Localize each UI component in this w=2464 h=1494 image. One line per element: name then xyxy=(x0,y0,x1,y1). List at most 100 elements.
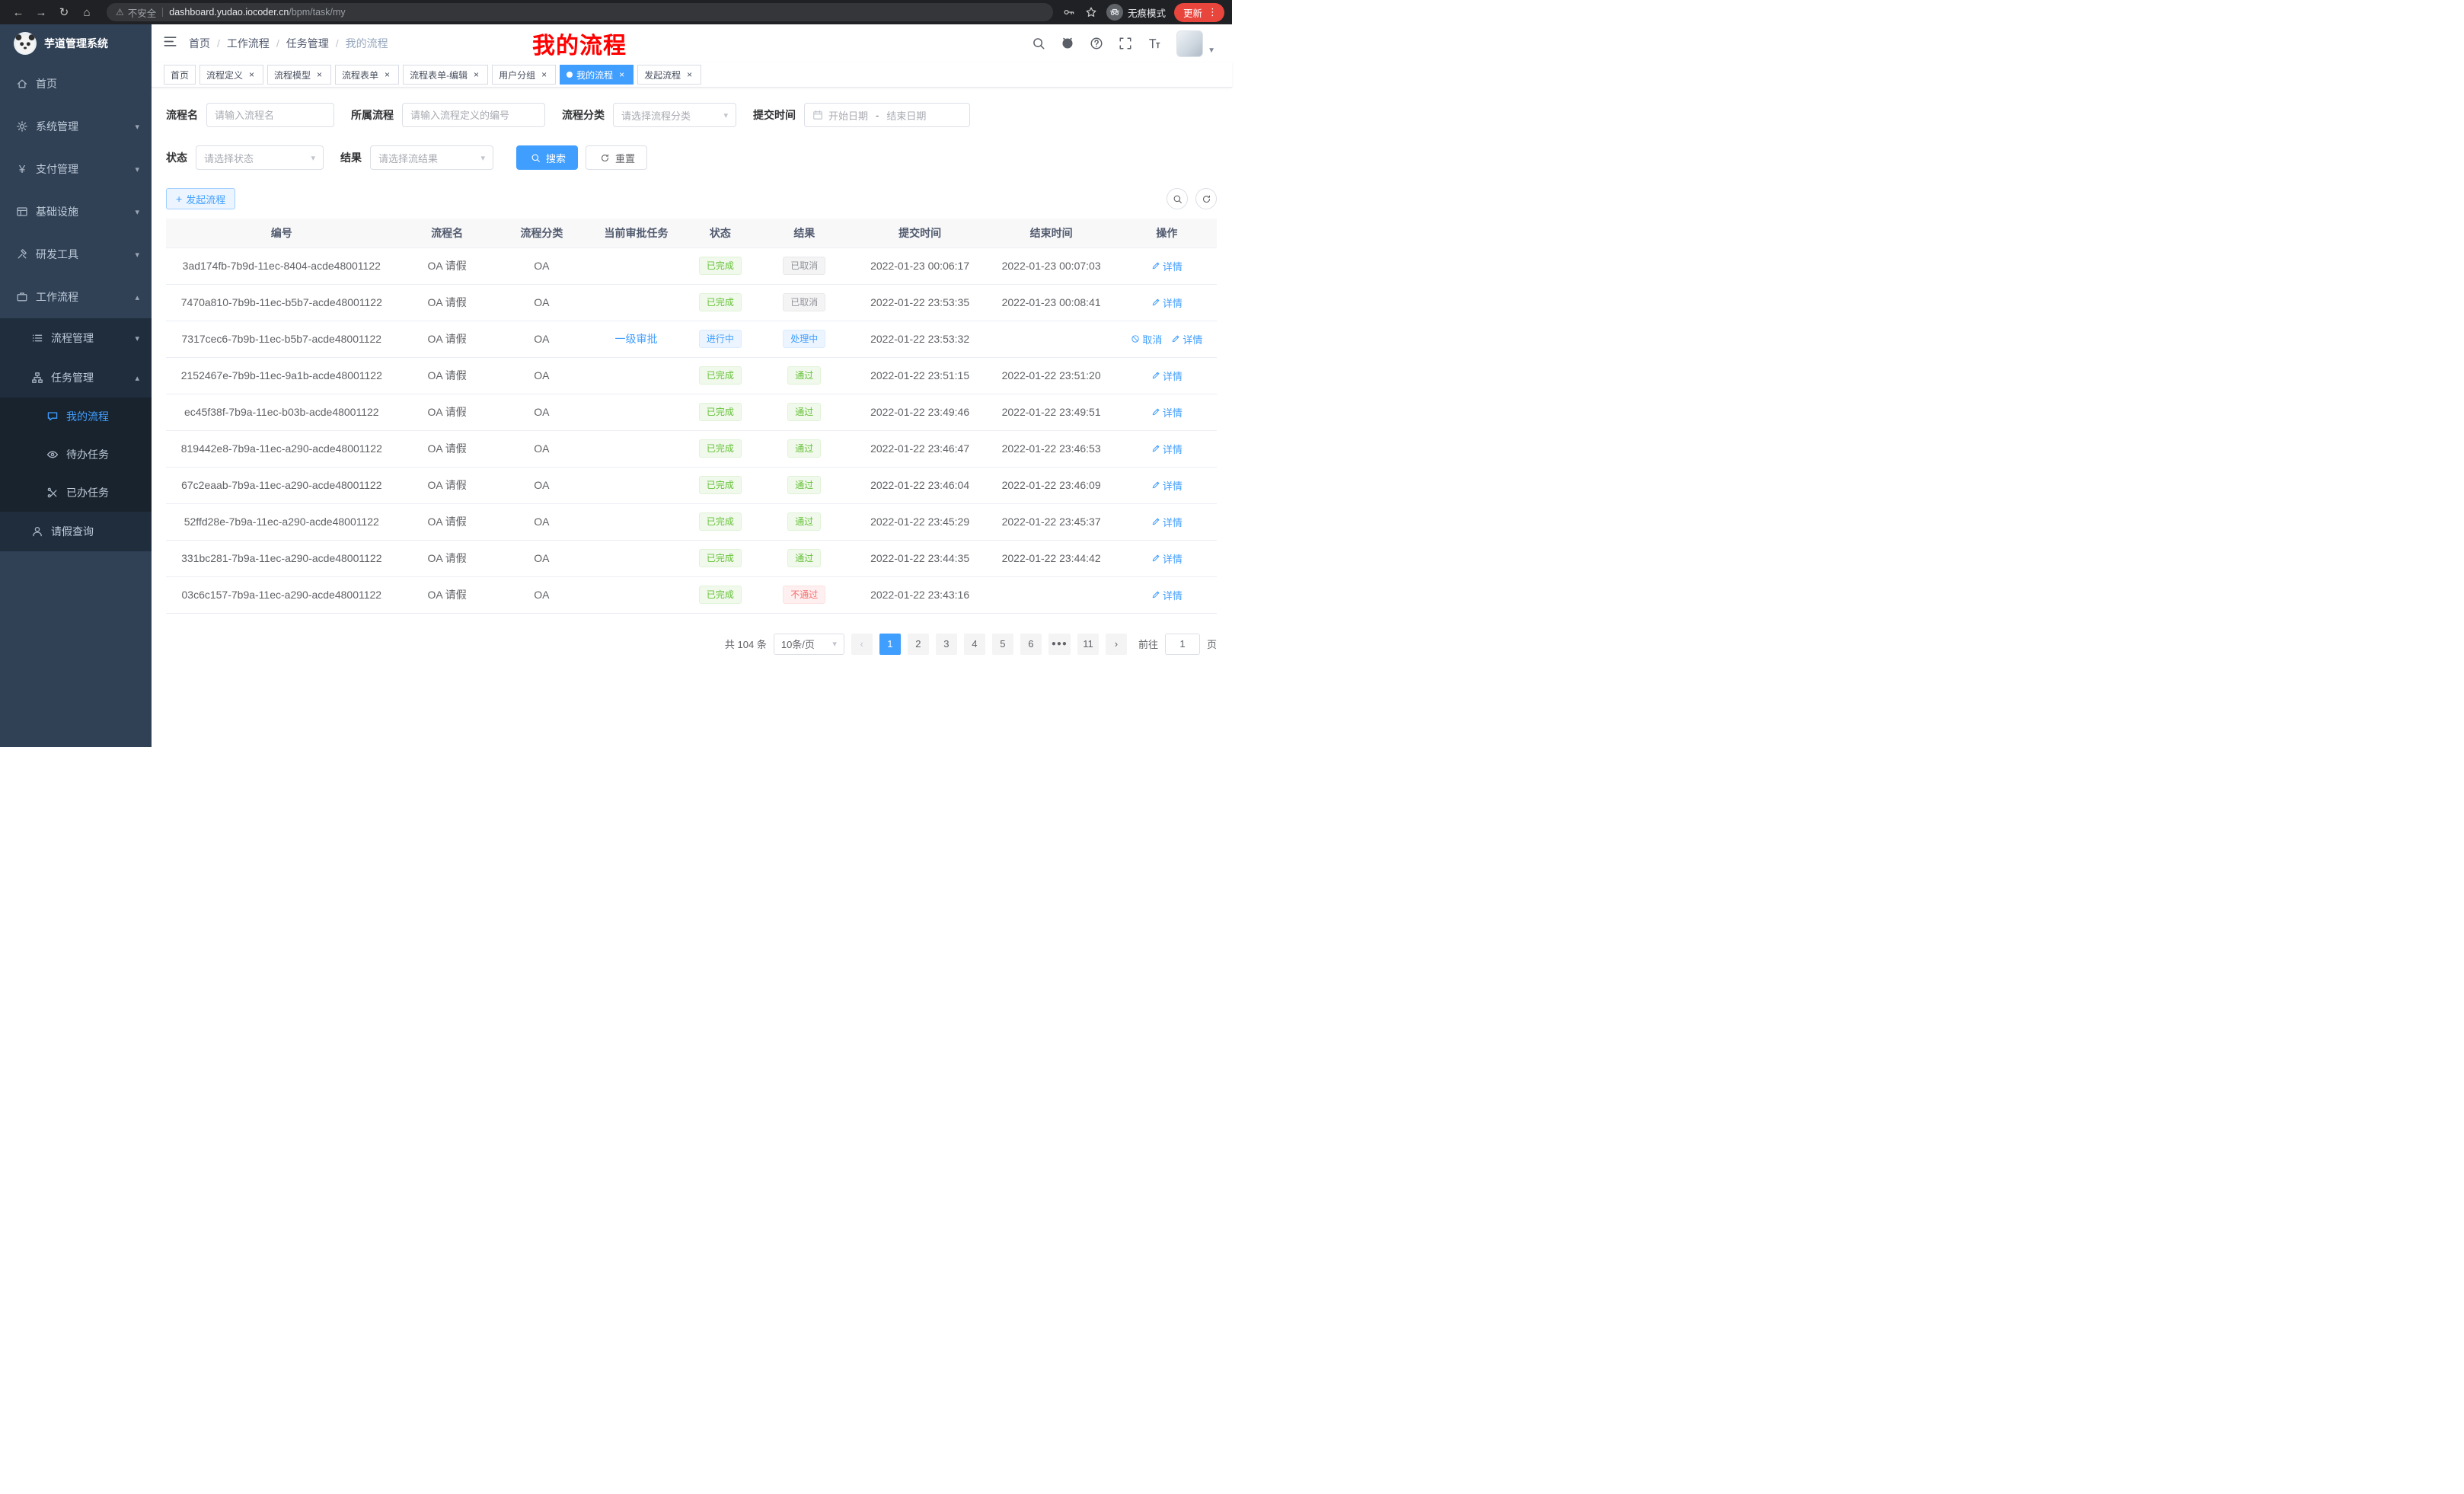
browser-update-button[interactable]: 更新 ⋮ xyxy=(1174,3,1224,22)
detail-action-link[interactable]: 详情 xyxy=(1151,442,1183,456)
refresh-table-button[interactable] xyxy=(1195,188,1217,209)
date-range-picker[interactable]: 开始日期-结束日期 xyxy=(804,103,970,127)
page-button-2[interactable]: 2 xyxy=(908,634,929,655)
sidebar-item-task-mgmt[interactable]: 任务管理▴ xyxy=(0,358,152,397)
detail-action-link[interactable]: 详情 xyxy=(1151,295,1183,310)
help-icon[interactable] xyxy=(1090,37,1103,50)
cell-result: 通过 xyxy=(755,394,854,430)
sidebar-item-leave-query[interactable]: 请假查询 xyxy=(0,512,152,551)
sidebar-item-workflow[interactable]: 工作流程▴ xyxy=(0,276,152,318)
cell-status: 已完成 xyxy=(686,430,755,467)
page-button-5[interactable]: 5 xyxy=(992,634,1013,655)
cell-id: ec45f38f-7b9a-11ec-b03b-acde48001122 xyxy=(166,394,397,430)
detail-action-link[interactable]: 详情 xyxy=(1171,332,1202,346)
breadcrumb-item[interactable]: 工作流程 xyxy=(227,36,270,51)
browser-reload-icon[interactable]: ↻ xyxy=(53,2,75,22)
sidebar-item-infrastructure[interactable]: 基础设施▾ xyxy=(0,190,152,233)
tab-用户分组[interactable]: 用户分组× xyxy=(492,65,556,85)
select-placeholder: 请选择流结果 xyxy=(378,151,438,165)
close-tab-icon[interactable]: × xyxy=(471,70,481,80)
filter-label-result: 结果 xyxy=(340,150,362,165)
sidebar-item-home[interactable]: 首页 xyxy=(0,62,152,105)
category-select[interactable]: 请选择流程分类▾ xyxy=(613,103,736,127)
close-tab-icon[interactable]: × xyxy=(247,70,257,80)
page-button-1[interactable]: 1 xyxy=(879,634,901,655)
cell-actions: 详情 xyxy=(1117,467,1217,503)
cell-submit-time: 2022-01-22 23:44:35 xyxy=(854,540,986,576)
name-input[interactable] xyxy=(206,103,334,127)
sidebar-logo[interactable]: 芋道管理系统 xyxy=(0,24,152,62)
sidebar-item-devtools[interactable]: 研发工具▾ xyxy=(0,233,152,276)
breadcrumb-item[interactable]: 任务管理 xyxy=(286,36,329,51)
kebab-menu-icon[interactable]: ⋮ xyxy=(1208,6,1218,18)
chevron-down-icon: ▾ xyxy=(135,122,139,132)
more-pages-button[interactable]: ●●● xyxy=(1048,634,1071,655)
bookmark-star-icon[interactable] xyxy=(1084,5,1098,19)
refresh-icon xyxy=(598,151,611,164)
breadcrumb-separator: / xyxy=(276,37,279,49)
current-task-link[interactable]: 一级审批 xyxy=(615,333,658,345)
tab-流程表单[interactable]: 流程表单 × xyxy=(335,65,399,85)
search-button-label: 搜索 xyxy=(546,151,566,165)
cancel-action-link[interactable]: 取消 xyxy=(1131,332,1162,346)
prev-page-button[interactable]: ‹ xyxy=(851,634,873,655)
detail-action-link[interactable]: 详情 xyxy=(1151,259,1183,273)
close-tab-icon[interactable]: × xyxy=(382,70,392,80)
detail-action-link[interactable]: 详情 xyxy=(1151,588,1183,602)
status-tag: 已完成 xyxy=(699,512,742,531)
breadcrumb-item[interactable]: 首页 xyxy=(189,36,210,51)
procdef-input[interactable] xyxy=(402,103,545,127)
detail-action-link[interactable]: 详情 xyxy=(1151,551,1183,566)
toggle-search-button[interactable] xyxy=(1167,188,1188,209)
tab-首页[interactable]: 首页 xyxy=(164,65,196,85)
hamburger-icon[interactable] xyxy=(163,34,177,53)
browser-home-icon[interactable]: ⌂ xyxy=(76,2,97,22)
sidebar-item-payment[interactable]: ¥支付管理▾ xyxy=(0,148,152,190)
close-tab-icon[interactable]: × xyxy=(617,70,627,80)
password-key-icon[interactable] xyxy=(1062,5,1076,19)
page-button-4[interactable]: 4 xyxy=(964,634,985,655)
search-icon[interactable] xyxy=(1032,37,1045,50)
fullscreen-icon[interactable] xyxy=(1119,37,1132,50)
create-process-button[interactable]: + 发起流程 xyxy=(166,188,235,209)
status-select[interactable]: 请选择状态▾ xyxy=(196,145,324,170)
detail-action-link[interactable]: 详情 xyxy=(1151,515,1183,529)
page-button-6[interactable]: 6 xyxy=(1020,634,1042,655)
page-size-select[interactable]: 10条/页 ▾ xyxy=(774,634,844,655)
page-button-3[interactable]: 3 xyxy=(936,634,957,655)
result-select[interactable]: 请选择流结果▾ xyxy=(370,145,493,170)
detail-action-link[interactable]: 详情 xyxy=(1151,478,1183,493)
sidebar-item-todo-tasks[interactable]: 待办任务 xyxy=(0,436,152,474)
sidebar-item-system[interactable]: 系统管理▾ xyxy=(0,105,152,148)
tab-流程表单-编辑[interactable]: 流程表单-编辑× xyxy=(403,65,488,85)
tab-流程模型[interactable]: 流程模型× xyxy=(267,65,331,85)
goto-page-input[interactable] xyxy=(1165,634,1200,655)
cell-id: 67c2eaab-7b9a-11ec-a290-acde48001122 xyxy=(166,467,397,503)
cell-submit-time: 2022-01-22 23:43:16 xyxy=(854,576,986,613)
tab-发起流程[interactable]: 发起流程× xyxy=(637,65,701,85)
close-tab-icon[interactable]: × xyxy=(685,70,694,80)
tab-流程定义[interactable]: 流程定义× xyxy=(199,65,263,85)
end-date-placeholder: 结束日期 xyxy=(886,108,926,123)
detail-action-link[interactable]: 详情 xyxy=(1151,405,1183,420)
detail-action-link[interactable]: 详情 xyxy=(1151,369,1183,383)
github-icon[interactable] xyxy=(1061,37,1074,50)
sidebar-item-done-tasks[interactable]: 已办任务 xyxy=(0,474,152,512)
tab-我的流程[interactable]: 我的流程× xyxy=(560,65,634,85)
next-page-button[interactable]: › xyxy=(1106,634,1127,655)
page-button-11[interactable]: 11 xyxy=(1077,634,1099,655)
browser-back-icon[interactable]: ← xyxy=(8,2,29,22)
reset-button[interactable]: 重置 xyxy=(586,145,647,170)
sidebar-item-my-process[interactable]: 我的流程 xyxy=(0,397,152,436)
avatar[interactable] xyxy=(1176,30,1203,57)
address-bar[interactable]: ⚠ 不安全 dashboard.yudao.iocoder.cn/bpm/tas… xyxy=(107,3,1053,21)
create-process-label: 发起流程 xyxy=(186,192,225,206)
fontsize-icon[interactable] xyxy=(1147,37,1161,50)
user-menu[interactable]: ▼ xyxy=(1176,30,1215,57)
search-button[interactable]: 搜索 xyxy=(516,145,578,170)
sidebar-item-process-mgmt[interactable]: 流程管理▾ xyxy=(0,318,152,358)
browser-forward-icon[interactable]: → xyxy=(30,2,52,22)
close-tab-icon[interactable]: × xyxy=(314,70,324,80)
close-tab-icon[interactable]: × xyxy=(539,70,549,80)
tab-label: 流程表单 xyxy=(342,69,378,81)
